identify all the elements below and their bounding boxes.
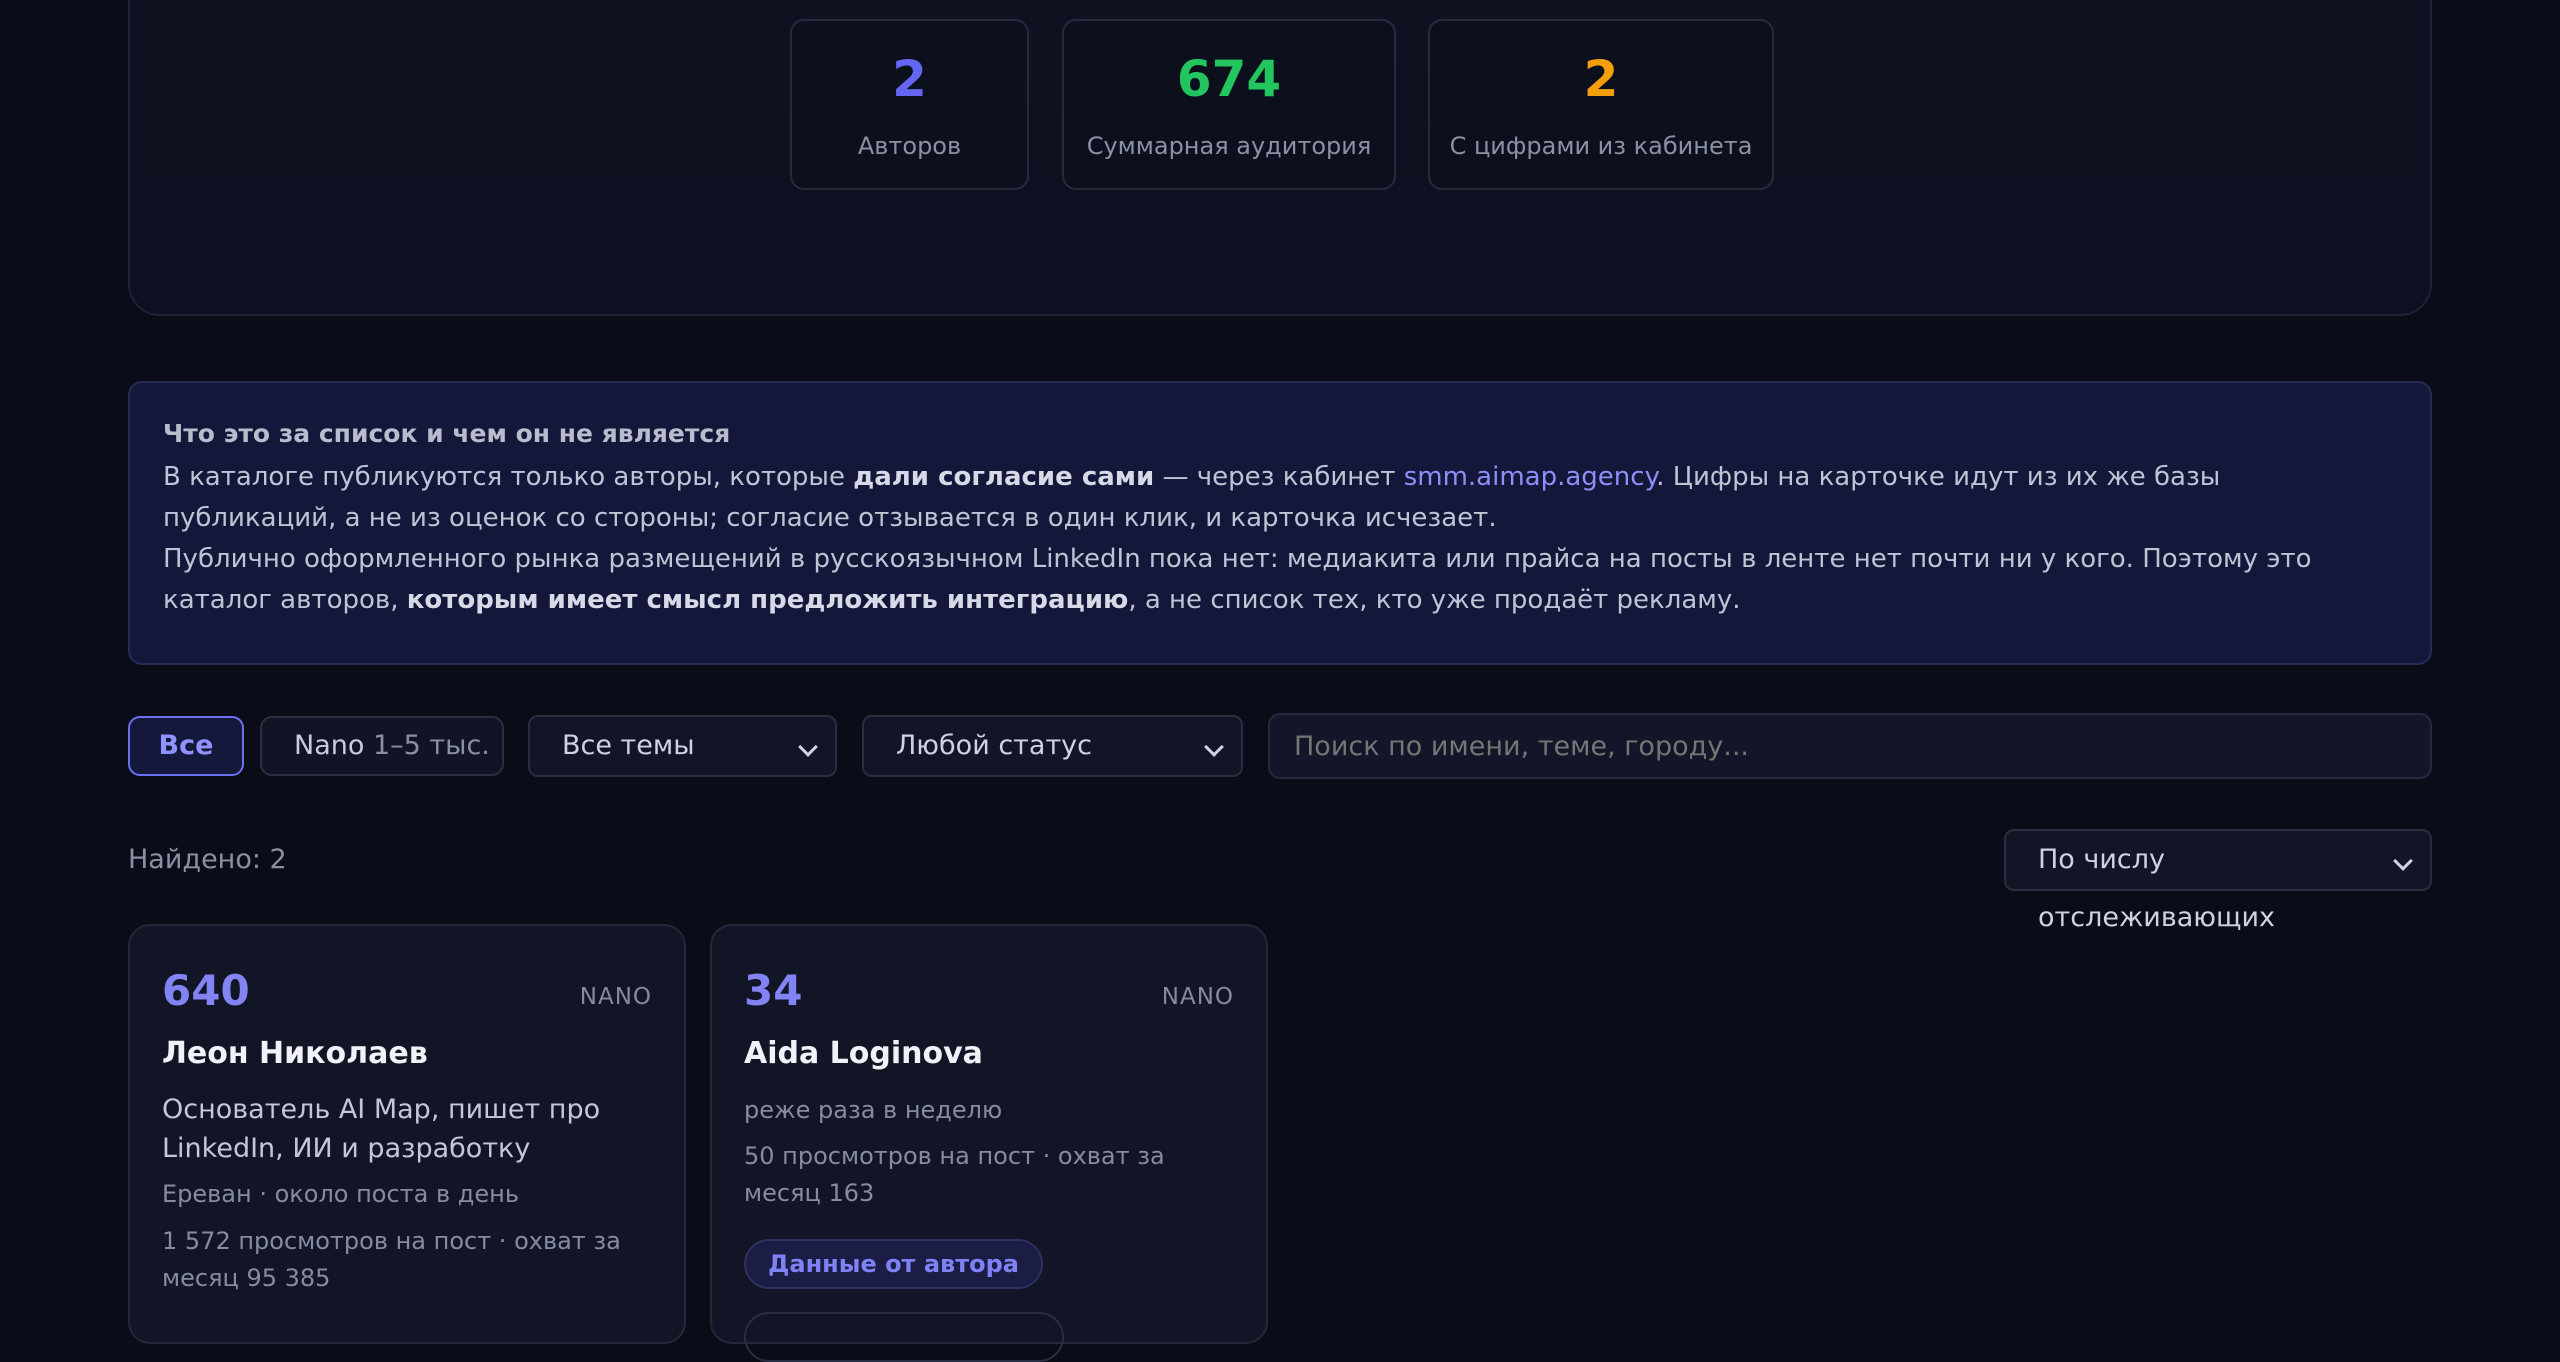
topics-select[interactable]: Все темы bbox=[528, 715, 837, 777]
tier-label: NANO bbox=[579, 984, 652, 1010]
follower-count: 640 bbox=[162, 966, 250, 1015]
author-meta-views: 50 просмотров на пост · охват за месяц 1… bbox=[744, 1142, 1165, 1207]
note-text: , а не список тех, кто уже продаёт рекла… bbox=[1128, 585, 1741, 615]
note-text: — через кабинет bbox=[1154, 462, 1404, 492]
note-paragraph-1: В каталоге публикуются только авторы, ко… bbox=[163, 457, 2398, 539]
chevron-down-icon bbox=[1204, 737, 1224, 757]
hero-panel: 2 Авторов 674 Суммарная аудитория 2 С ци… bbox=[128, 0, 2432, 316]
note-bold: которым имеет смысл предложить интеграци… bbox=[406, 585, 1129, 615]
stat-value: 2 bbox=[1583, 50, 1619, 108]
filter-nano-range: 1–5 тыс. bbox=[372, 730, 490, 761]
filter-nano-label: Nano bbox=[294, 730, 365, 761]
note-title: Что это за список и чем он не является bbox=[163, 419, 731, 448]
stat-label: Суммарная аудитория bbox=[1086, 132, 1372, 160]
stat-audience: 674 Суммарная аудитория bbox=[1062, 19, 1396, 190]
author-card[interactable]: 640 NANO Леон Николаев Основатель AI Map… bbox=[128, 924, 686, 1344]
sort-select-value: По числу отслеживающих bbox=[2038, 844, 2275, 933]
results-count: Найдено: 2 bbox=[128, 844, 287, 875]
info-note: Что это за список и чем он не является В… bbox=[128, 381, 2432, 665]
search-input[interactable] bbox=[1268, 713, 2432, 779]
stat-with-cabinet-data: 2 С цифрами из кабинета bbox=[1428, 19, 1774, 190]
stat-authors: 2 Авторов bbox=[790, 19, 1029, 190]
author-data-badge: Данные от автора bbox=[744, 1239, 1043, 1289]
author-meta-frequency: реже раза в неделю bbox=[744, 1096, 1003, 1124]
stat-value: 674 bbox=[1176, 50, 1282, 108]
filter-all-button[interactable]: Все bbox=[128, 716, 244, 776]
chevron-down-icon bbox=[2393, 851, 2413, 871]
status-select-value: Любой статус bbox=[896, 730, 1093, 761]
stat-label: Авторов bbox=[857, 132, 962, 160]
note-paragraph-2: Публично оформленного рынка размещений в… bbox=[163, 539, 2398, 621]
topics-select-value: Все темы bbox=[562, 730, 695, 761]
secondary-badge bbox=[744, 1312, 1064, 1362]
stat-value: 2 bbox=[892, 50, 927, 108]
chevron-down-icon bbox=[798, 737, 818, 757]
follower-count: 34 bbox=[744, 966, 803, 1015]
author-meta-views: 1 572 просмотров на пост · охват за меся… bbox=[162, 1227, 621, 1292]
tier-label: NANO bbox=[1161, 984, 1234, 1010]
sort-select[interactable]: По числу отслеживающих bbox=[2004, 829, 2432, 933]
note-bold: дали согласие сами bbox=[853, 462, 1155, 492]
stat-label: С цифрами из кабинета bbox=[1449, 132, 1753, 160]
status-select[interactable]: Любой статус bbox=[862, 715, 1243, 777]
author-name: Леон Николаев bbox=[162, 1036, 428, 1071]
filter-nano-button[interactable]: Nano 1–5 тыс. bbox=[260, 716, 504, 776]
author-description: Основатель AI Map, пишет про LinkedIn, И… bbox=[162, 1094, 601, 1164]
note-text: В каталоге публикуются только авторы, ко… bbox=[163, 462, 854, 492]
author-card[interactable]: 34 NANO Aida Loginova реже раза в неделю… bbox=[710, 924, 1268, 1362]
author-name: Aida Loginova bbox=[744, 1036, 983, 1071]
cabinet-link[interactable]: smm.aimap.agency bbox=[1404, 462, 1657, 492]
author-meta-location: Ереван · около поста в день bbox=[162, 1180, 519, 1208]
